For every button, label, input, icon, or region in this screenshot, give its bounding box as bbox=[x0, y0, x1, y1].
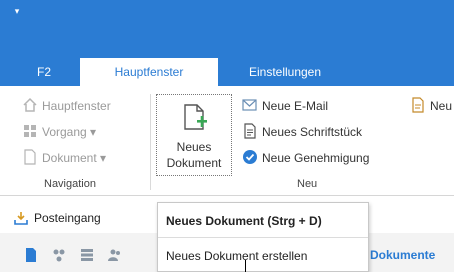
users-icon[interactable] bbox=[108, 248, 122, 262]
workflow-icon[interactable] bbox=[52, 248, 66, 262]
nav-hauptfenster-label: Hauptfenster bbox=[42, 99, 111, 113]
approval-check-icon bbox=[243, 150, 257, 164]
nav-dokument-button[interactable]: Dokument ▾ bbox=[22, 148, 106, 168]
new-document-label: Neues Dokument bbox=[166, 140, 222, 170]
tooltip-title: Neues Dokument (Strg + D) bbox=[166, 214, 322, 228]
new-item-icon bbox=[412, 97, 424, 113]
neu-group-label: Neu bbox=[297, 178, 318, 190]
nav-vorgang-label: Vorgang ▾ bbox=[42, 125, 97, 139]
tab-einstellungen[interactable]: Einstellungen bbox=[230, 58, 340, 86]
new-document-icon bbox=[184, 104, 207, 130]
nav-hauptfenster-button[interactable]: Hauptfenster bbox=[22, 96, 111, 116]
nav-vorgang-button[interactable]: Vorgang ▾ bbox=[22, 122, 96, 142]
nav-dokument-label: Dokument ▾ bbox=[42, 151, 107, 165]
new-email-button[interactable]: Neue E-Mail bbox=[242, 96, 328, 116]
tab-hauptfenster[interactable]: Hauptfenster bbox=[80, 58, 218, 86]
new-email-icon bbox=[242, 99, 257, 111]
title-bar: ▾ bbox=[0, 0, 454, 58]
new-approval-label: Neue Genehmigung bbox=[262, 151, 370, 165]
tooltip-divider bbox=[158, 237, 368, 238]
new-written-document-button[interactable]: Neues Schriftstück bbox=[242, 122, 362, 142]
tab-f2[interactable]: F2 bbox=[24, 58, 64, 86]
ribbon-tabs: F2 Hauptfenster Einstellungen bbox=[0, 58, 454, 86]
inbox-icon bbox=[14, 212, 28, 225]
text-cursor bbox=[245, 260, 246, 272]
home-icon bbox=[23, 97, 37, 112]
group-divider bbox=[150, 94, 151, 190]
new-document-tooltip: Neues Dokument (Strg + D) Neues Dokument… bbox=[157, 202, 369, 272]
navigation-group-label: Navigation bbox=[44, 178, 96, 190]
new-approval-button[interactable]: Neue Genehmigung bbox=[242, 148, 369, 168]
inbox-label: Posteingang bbox=[34, 211, 101, 225]
grid-icon bbox=[24, 125, 36, 137]
list-icon[interactable] bbox=[80, 248, 94, 262]
tooltip-description: Neues Dokument erstellen bbox=[166, 249, 308, 263]
documents-tab-label[interactable]: Dokumente bbox=[370, 248, 435, 262]
new-email-label: Neue E-Mail bbox=[262, 99, 329, 113]
new-document-button[interactable]: Neues Dokument bbox=[156, 94, 232, 176]
new-written-document-icon bbox=[244, 123, 256, 139]
ribbon-panel: Hauptfenster Vorgang ▾ Dokument ▾ Naviga… bbox=[0, 86, 454, 196]
new-more-button[interactable]: Neu bbox=[410, 96, 452, 116]
new-written-document-label: Neues Schriftstück bbox=[262, 125, 363, 139]
document-icon bbox=[24, 149, 36, 165]
new-more-label: Neu bbox=[430, 99, 453, 113]
quick-access-toolbar-button[interactable]: ▾ bbox=[10, 4, 24, 18]
document-blue-icon[interactable] bbox=[24, 248, 38, 262]
